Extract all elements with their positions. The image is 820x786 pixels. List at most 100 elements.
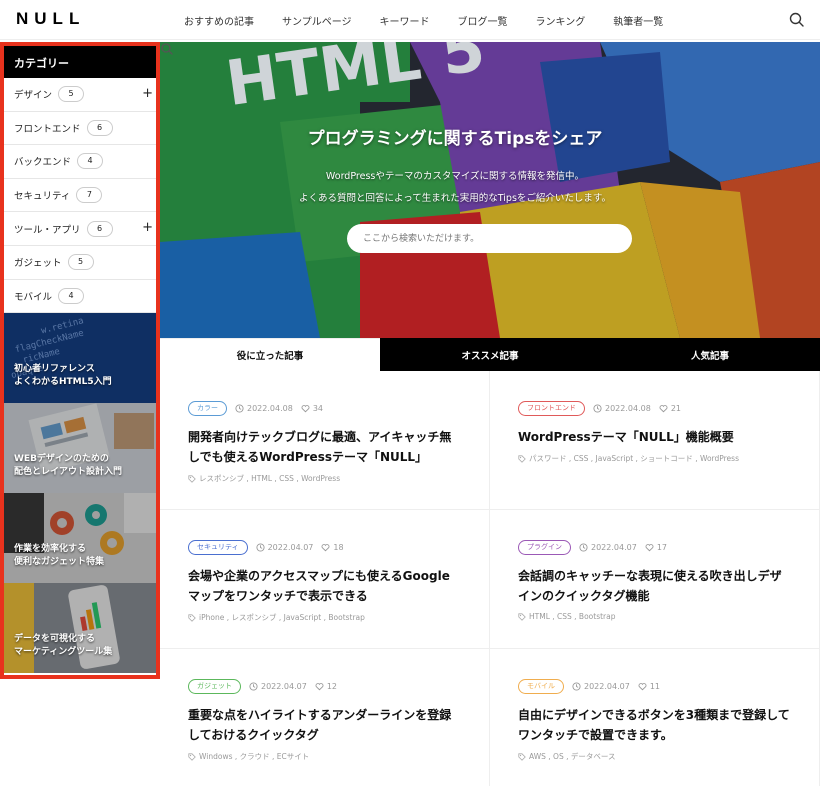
hero-subtitle-1: WordPressやテーマのカスタマイズに関する情報を発信中。 [325,171,585,182]
article-tabs: 役に立った記事 オススメ記事 人気記事 [160,338,820,371]
article-likes: 11 [638,682,660,691]
article-likes-count: 21 [670,403,681,413]
hero-title: プログラミングに関するTipsをシェア [307,129,603,149]
article-date: 2022.04.07 [249,682,307,691]
nav-item-blog-list[interactable]: ブログ一覧 [458,13,508,28]
category-badge[interactable]: プラグイン [518,539,571,555]
search-icon[interactable] [160,42,174,56]
tab-popular-articles[interactable]: 人気記事 [600,338,820,371]
category-badge[interactable]: ガジェット [188,678,241,694]
nav-item-recommended[interactable]: おすすめの記事 [184,13,254,28]
article-title[interactable]: 会場や企業のアクセスマップにも使えるGoogleマップをワンタッチで表示できる [188,566,461,606]
category-heading: カテゴリー [4,46,156,78]
tab-recommended-articles[interactable]: オススメ記事 [380,338,600,371]
article-tags-text[interactable]: レスポンシブ , HTML , CSS , WordPress [199,473,340,484]
article-date-text: 2022.04.08 [247,403,293,413]
article-date: 2022.04.07 [572,682,630,691]
nav-item-authors[interactable]: 執筆者一覧 [613,13,663,28]
article-card[interactable]: モバイル 2022.04.07 11 自由にデザインできるボタンを3種類まで登録… [490,649,820,786]
heart-icon [321,543,330,551]
clock-icon [235,403,244,413]
article-card[interactable]: フロントエンド 2022.04.08 21 WordPressテーマ「NULL」… [490,371,820,510]
site-logo[interactable]: NULL [16,9,85,29]
article-likes-count: 34 [312,403,323,413]
article-tags: パスワード , CSS , JavaScript , ショートコード , Wor… [518,453,791,464]
category-badge[interactable]: カラー [188,400,227,416]
article-title[interactable]: 重要な点をハイライトするアンダーラインを登録しておけるクイックタグ [188,705,461,745]
banner-html5[interactable]: w.retina flagCheckName ricName opaque 初心… [4,313,156,404]
article-likes: 34 [301,404,323,413]
article-meta: セキュリティ 2022.04.07 18 [188,539,461,555]
category-badge[interactable]: セキュリティ [188,539,248,555]
category-count: 5 [67,254,94,271]
article-date-text: 2022.04.07 [591,542,637,552]
article-tags-text[interactable]: Windows , クラウド , ECサイト [199,751,309,762]
category-item[interactable]: ツール・アプリ 6 + [4,212,156,246]
category-badge[interactable]: フロントエンド [518,400,585,416]
banner-label: データを可視化する マーケティングツール集 [14,634,113,658]
article-title[interactable]: WordPressテーマ「NULL」機能概要 [518,427,791,447]
category-badge[interactable]: モバイル [518,678,564,694]
article-likes-count: 18 [333,542,344,552]
category-item[interactable]: バックエンド 4 [4,145,156,179]
category-item[interactable]: ガジェット 5 [4,246,156,280]
article-date: 2022.04.08 [235,404,293,413]
category-label: セキュリティ [14,191,71,203]
category-item[interactable]: セキュリティ 7 [4,179,156,213]
article-title[interactable]: 開発者向けテックブログに最適、アイキャッチ無しでも使えるWordPressテーマ… [188,427,461,467]
nav-item-ranking[interactable]: ランキング [536,13,586,28]
article-card[interactable]: セキュリティ 2022.04.07 18 会場や企業のアクセスマップにも使えるG… [160,510,490,649]
category-label: モバイル [14,291,53,303]
article-date: 2022.04.07 [579,543,637,552]
tag-icon [188,474,196,483]
article-tags-text[interactable]: AWS , OS , データベース [529,751,616,762]
heart-icon [315,682,324,690]
category-item[interactable]: デザイン 5 + [4,78,156,112]
article-tags-text[interactable]: パスワード , CSS , JavaScript , ショートコード , Wor… [529,453,739,464]
tag-icon [518,752,526,761]
expand-icon[interactable]: + [142,220,153,235]
banner-image [4,403,156,494]
tag-icon [518,454,526,463]
clock-icon [256,542,265,552]
expand-icon[interactable]: + [142,86,153,101]
article-title[interactable]: 自由にデザインできるボタンを3種類まで登録してワンタッチで設置できます。 [518,705,791,745]
article-card[interactable]: プラグイン 2022.04.07 17 会話調のキャッチーな表現に使える吹き出し… [490,510,820,649]
banner-label: 作業を効率化する 便利なガジェット特集 [14,544,105,568]
category-label: ガジェット [14,258,62,270]
nav-item-keyword[interactable]: キーワード [380,13,430,28]
hero-search-input[interactable] [347,224,632,253]
tag-icon [518,612,526,621]
category-label: デザイン [14,90,53,102]
banner-gadget[interactable]: 作業を効率化する 便利なガジェット特集 [4,493,156,584]
tag-icon [188,752,196,761]
article-tags: HTML , CSS , Bootstrap [518,612,791,621]
tag-icon [188,613,196,622]
banner-image: w.retina flagCheckName ricName opaque [4,313,156,404]
article-tags: iPhone , レスポンシブ , JavaScript , Bootstrap [188,612,461,623]
category-count: 7 [76,187,103,204]
article-meta: フロントエンド 2022.04.08 21 [518,400,791,416]
category-item[interactable]: モバイル 4 [4,280,156,314]
article-tags: Windows , クラウド , ECサイト [188,751,461,762]
category-sidebar: カテゴリー デザイン 5 + フロントエンド 6 バックエンド 4 セキュリティ 7 ツー… [0,42,160,679]
heart-icon [645,543,654,551]
article-tags-text[interactable]: iPhone , レスポンシブ , JavaScript , Bootstrap [199,612,365,623]
banner-image [4,493,156,584]
category-list: デザイン 5 + フロントエンド 6 バックエンド 4 セキュリティ 7 ツール・アプリ … [4,78,156,314]
banner-marketing-tools[interactable]: データを可視化する マーケティングツール集 [4,583,156,674]
article-tags-text[interactable]: HTML , CSS , Bootstrap [529,612,615,621]
nav-item-sample-page[interactable]: サンプルページ [282,13,352,28]
article-date: 2022.04.08 [593,404,651,413]
article-title[interactable]: 会話調のキャッチーな表現に使える吹き出しデザインのクイックタグ機能 [518,566,791,606]
tab-helpful-articles[interactable]: 役に立った記事 [160,338,380,371]
article-card[interactable]: カラー 2022.04.08 34 開発者向けテックブログに最適、アイキャッチ無… [160,371,490,510]
category-item[interactable]: フロントエンド 6 [4,112,156,146]
search-icon[interactable] [788,11,806,29]
article-card[interactable]: ガジェット 2022.04.07 12 重要な点をハイライトするアンダーラインを… [160,649,490,786]
category-count: 5 [58,86,85,103]
article-likes-count: 11 [649,681,660,691]
banner-web-design[interactable]: WEBデザインのための 配色とレイアウト設計入門 [4,403,156,494]
banner-image [4,583,156,674]
article-likes: 18 [321,542,344,552]
